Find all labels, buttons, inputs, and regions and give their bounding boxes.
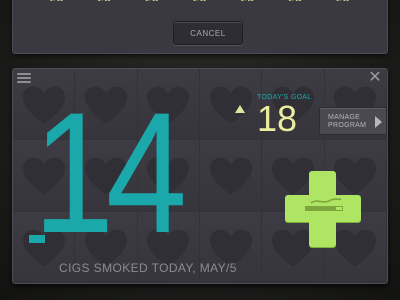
close-icon[interactable]: ✕ <box>368 70 382 86</box>
count-caption: CIGS SMOKED TODAY, MAY/5 <box>59 261 237 275</box>
cancel-button[interactable]: CANCEL <box>173 21 243 45</box>
heart-tile <box>199 69 263 141</box>
cigarette-count: 14 <box>33 77 187 269</box>
manage-program-button[interactable]: MANAGE PROGRAM <box>319 107 387 135</box>
previous-digit: 25 <box>241 0 255 1</box>
previous-digit: 25 <box>50 0 64 1</box>
goal-value: 18 <box>257 98 298 139</box>
counter-panel: ✕ 14 TODAY'S GOAL 18 MANAGE PROGRAM CIGS… <box>12 68 388 284</box>
add-cigarette-button[interactable] <box>285 171 361 247</box>
heart-icon <box>209 86 252 124</box>
heart-tile <box>199 140 263 212</box>
cigarette-icon <box>305 198 343 211</box>
heart-icon <box>209 158 252 196</box>
previous-digit-row: 25 25 25 25 25 25 25 <box>13 0 387 5</box>
up-triangle-icon <box>235 105 245 113</box>
chevron-right-icon <box>375 116 382 128</box>
previous-digit: 25 <box>145 0 159 1</box>
previous-digit: 25 <box>193 0 207 1</box>
previous-panel: 25 25 25 25 25 25 25 CANCEL <box>12 0 388 54</box>
previous-digit: 25 <box>97 0 111 1</box>
previous-digit: 25 <box>336 0 350 1</box>
hamburger-menu-icon[interactable] <box>17 73 31 84</box>
previous-digit: 25 <box>288 0 302 1</box>
